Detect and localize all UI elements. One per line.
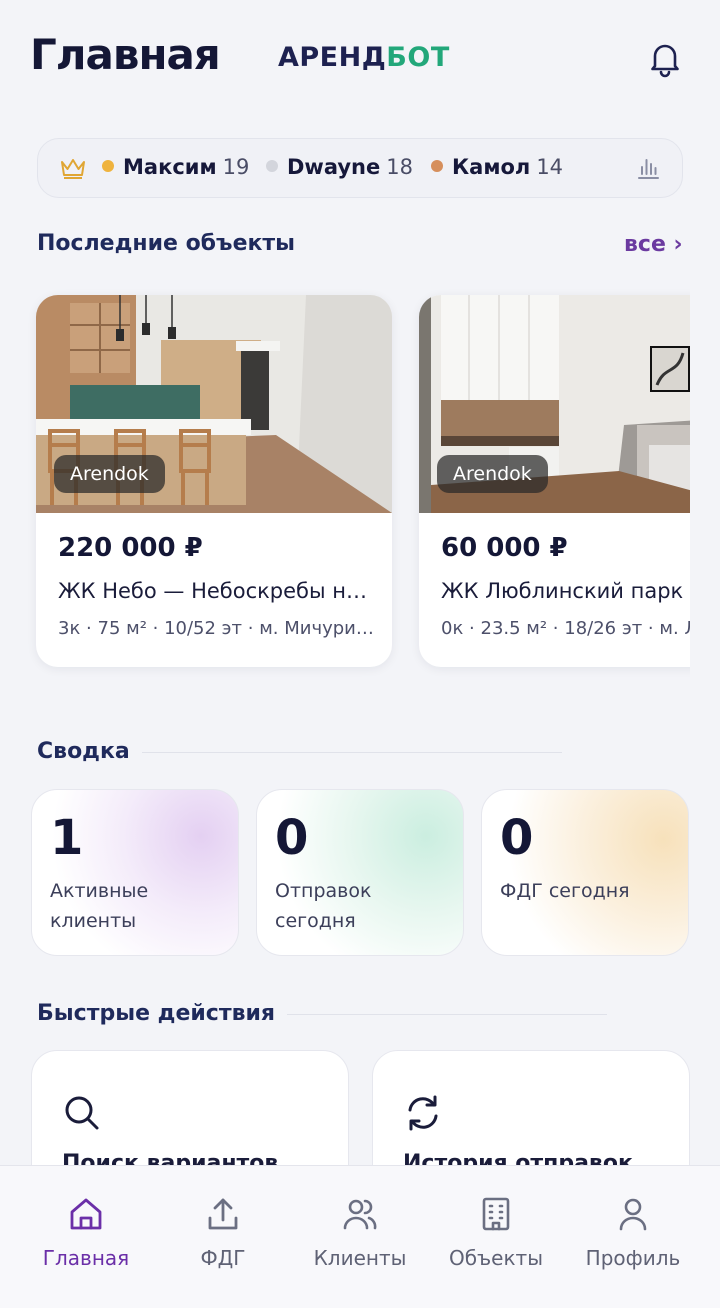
leaderboard-entry: Максим 19 bbox=[102, 155, 249, 179]
bottom-tab-bar: Главная ФДГ Клиенты Объекты Профиль bbox=[0, 1165, 720, 1308]
logo-part-1: АРЕНД bbox=[278, 42, 387, 73]
tab-label: Профиль bbox=[585, 1246, 681, 1270]
app-logo: АРЕНДБОТ bbox=[278, 42, 450, 73]
tab-objects[interactable]: Объекты bbox=[424, 1166, 568, 1308]
stat-label: Отправок сегодня bbox=[275, 880, 372, 932]
leader-name: Камол bbox=[452, 155, 531, 179]
agency-badge: Arendok bbox=[54, 455, 165, 493]
property-meta: 0к · 23.5 м² · 18/26 эт · м. Люблино bbox=[441, 618, 690, 639]
leader-score: 19 bbox=[222, 155, 250, 179]
leaderboard-entry: Dwayne 18 bbox=[266, 155, 413, 179]
logo-part-2: БОТ bbox=[386, 42, 450, 73]
rank-dot-gold bbox=[102, 160, 114, 172]
see-all-link[interactable]: все › bbox=[624, 232, 683, 257]
user-icon bbox=[619, 1198, 647, 1231]
tab-label: ФДГ bbox=[200, 1246, 246, 1270]
recent-carousel[interactable]: Arendok 220 000 ₽ ЖК Небо — Небоскребы н… bbox=[0, 285, 690, 685]
rank-dot-silver bbox=[266, 160, 278, 172]
property-photo: Arendok bbox=[36, 295, 392, 513]
stat-card-sends-today[interactable]: 0 Отправок сегодня bbox=[256, 789, 464, 956]
tab-home[interactable]: Главная bbox=[14, 1166, 158, 1308]
tab-label: Клиенты bbox=[313, 1246, 407, 1270]
home-icon bbox=[70, 1198, 102, 1230]
property-card[interactable]: Arendok 220 000 ₽ ЖК Небо — Небоскребы н… bbox=[36, 295, 392, 667]
stat-label: ФДГ сегодня bbox=[500, 880, 630, 902]
stat-value: 0 bbox=[500, 810, 534, 866]
stat-label: Активные клиенты bbox=[50, 880, 149, 932]
section-title-quick-actions: Быстрые действия bbox=[37, 1001, 276, 1026]
tab-fdg[interactable]: ФДГ bbox=[151, 1166, 295, 1308]
section-title-summary: Сводка bbox=[37, 739, 130, 764]
property-title: ЖК Люблинский парк bbox=[441, 579, 684, 603]
stat-value: 0 bbox=[275, 810, 309, 866]
leaderboard-entry: Камол 14 bbox=[431, 155, 563, 179]
bar-chart-icon[interactable] bbox=[636, 156, 660, 184]
property-price: 60 000 ₽ bbox=[441, 533, 568, 563]
leader-name: Максим bbox=[123, 155, 217, 179]
stat-card-active-clients[interactable]: 1 Активные клиенты bbox=[31, 789, 239, 956]
property-photo: Arendok bbox=[419, 295, 690, 513]
tab-profile[interactable]: Профиль bbox=[561, 1166, 705, 1308]
users-icon bbox=[343, 1199, 377, 1230]
leader-score: 14 bbox=[536, 155, 564, 179]
leader-name: Dwayne bbox=[287, 155, 381, 179]
tab-clients[interactable]: Клиенты bbox=[288, 1166, 432, 1308]
upload-icon bbox=[208, 1198, 238, 1230]
tab-label: Главная bbox=[42, 1246, 130, 1270]
header: Главная АРЕНДБОТ bbox=[0, 0, 720, 120]
refresh-icon bbox=[403, 1093, 443, 1137]
crown-icon bbox=[60, 156, 86, 184]
property-price: 220 000 ₽ bbox=[58, 533, 203, 563]
property-card[interactable]: Arendok 60 000 ₽ ЖК Люблинский парк 0к ·… bbox=[419, 295, 690, 667]
stat-card-fdg-today[interactable]: 0 ФДГ сегодня bbox=[481, 789, 689, 956]
section-divider bbox=[142, 752, 562, 753]
property-meta: 3к · 75 м² · 10/52 эт · м. Мичуринский п… bbox=[58, 618, 378, 639]
leaderboard-bar[interactable]: Максим 19 Dwayne 18 Камол 14 bbox=[37, 138, 683, 198]
section-title-recent: Последние объекты bbox=[37, 231, 296, 256]
stat-value: 1 bbox=[50, 810, 84, 866]
search-icon bbox=[62, 1093, 102, 1137]
page-title: Главная bbox=[30, 30, 221, 79]
agency-badge: Arendok bbox=[437, 455, 548, 493]
section-divider bbox=[287, 1014, 607, 1015]
notifications-bell-icon[interactable] bbox=[645, 38, 685, 78]
property-title: ЖК Небо — Небоскребы на Мичуринском bbox=[58, 579, 378, 603]
leader-score: 18 bbox=[386, 155, 413, 179]
rank-dot-bronze bbox=[431, 160, 443, 172]
building-icon bbox=[482, 1197, 510, 1231]
tab-label: Объекты bbox=[448, 1246, 544, 1270]
